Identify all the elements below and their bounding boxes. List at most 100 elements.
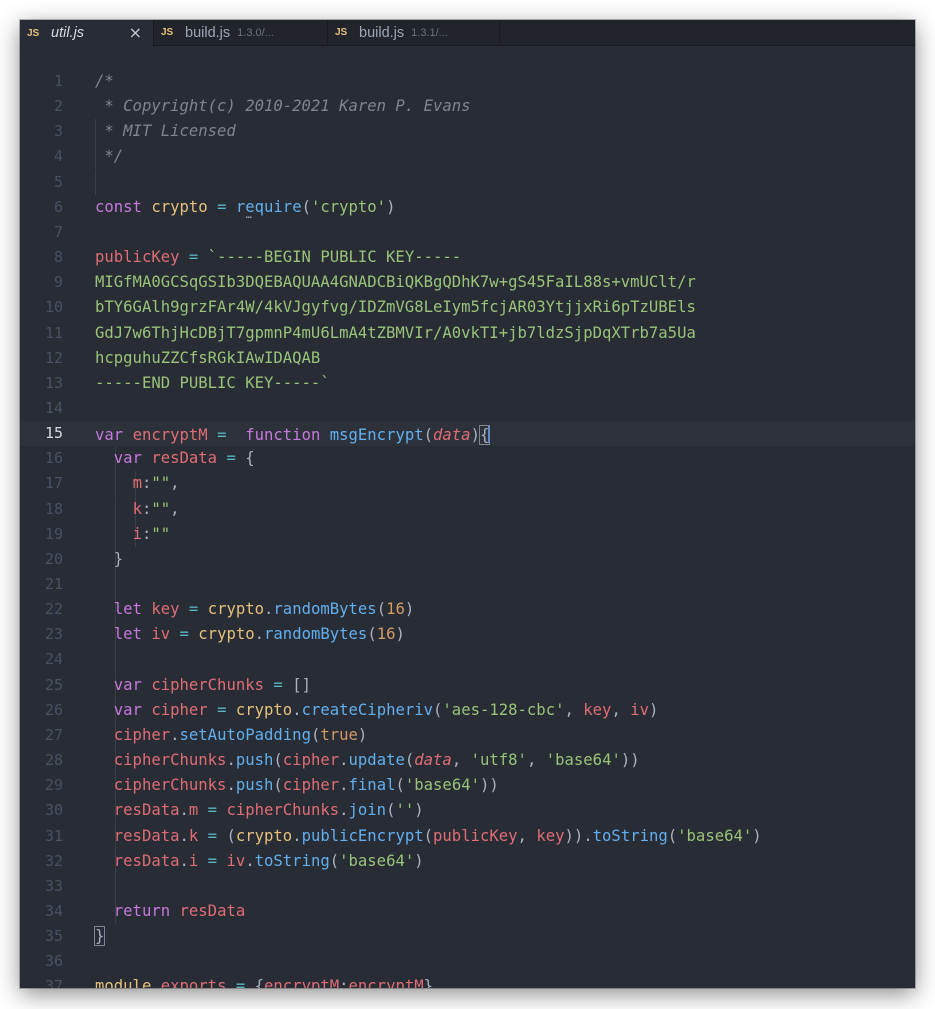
code-line[interactable]: 17 m:"", [20,471,915,497]
code-token: [] [292,675,311,694]
tab-build-js-1-3-0[interactable]: JS build.js 1.3.0/... [154,20,328,45]
code-token: publicKey [95,248,180,267]
code-line[interactable]: 24 [20,647,915,673]
code-line[interactable]: 7 [20,220,915,245]
code-line[interactable]: 29 cipherChunks.push(cipher.final('base6… [20,773,915,799]
code-token: MIGfMA0GCSqGSIb3DQEBAQUAA4GNADCBiQKBgQDh… [95,273,696,292]
code-line[interactable]: 34 return resData [20,898,915,924]
code-line[interactable]: 12 hcpguhuZZCfsRGkIAwIDAQAB [20,346,915,371]
code-line[interactable]: 26 var cipher = crypto.createCipheriv('a… [20,697,915,723]
code-line[interactable]: 4 */ [20,144,915,170]
code-token: exports [160,977,227,988]
code-token: ( [367,625,377,644]
line-number: 25 [44,675,63,694]
code-token: . [339,776,349,795]
line-number: 36 [44,952,63,971]
tab-build-js-1-3-1[interactable]: JS build.js 1.3.1/... [328,20,500,45]
code-line[interactable]: 3 * MIT Licensed [20,119,915,145]
code-token: key [536,826,565,845]
code-line[interactable]: 33 [20,873,915,899]
code-token: key [583,700,612,719]
code-token: ( [273,751,283,770]
code-token: cipherChunks [151,675,265,694]
code-line[interactable]: 25 var cipherChunks = [] [20,672,915,698]
code-line[interactable]: 20 } [20,546,915,572]
code-line[interactable]: 15 var encryptM = function msgEncrypt(dat… [20,421,915,447]
code-text: cipherChunks.push(cipher.update(data, 'u… [95,752,640,769]
code-line[interactable]: 30 resData.m = cipherChunks.join('') [20,798,915,824]
code-line[interactable]: 16 var resData = { [20,446,915,472]
code-line[interactable]: 2 * Copyright(c) 2010-2021 Karen P. Evan… [20,94,915,119]
close-icon[interactable]: × [129,23,142,42]
code-text: */ [95,148,123,165]
code-token: . [170,725,180,744]
line-number: 3 [53,122,63,141]
tab-util-js[interactable]: JS util.js × [20,20,154,46]
code-line[interactable]: 32 resData.i = iv.toString('base64') [20,848,915,874]
code-token: . [339,751,349,770]
code-token: return [113,901,171,920]
code-token: publicKey [433,826,518,845]
code-line[interactable]: 37 module.exports = {encryptM:encryptM} [20,974,915,988]
code-line[interactable]: 1 /* [20,69,915,94]
code-token: data [433,426,471,445]
code-token: : [141,474,152,493]
code-line[interactable]: 11 GdJ7w6ThjHcDBjT7gpmnP4mU6LmA4tZBMVIr/A… [20,321,915,346]
code-line[interactable]: 14 [20,396,915,421]
line-number: 31 [44,826,63,845]
line-number: 7 [53,222,63,241]
code-token: . [179,826,189,845]
code-line[interactable]: 23 let iv = crypto.randomBytes(16) [20,622,915,648]
line-number: 28 [44,751,63,770]
code-line[interactable]: 36 [20,949,915,974]
code-token: , [170,499,180,518]
code-line[interactable]: 18 k:"", [20,496,915,522]
code-token: , [451,751,471,770]
code-token: let [113,600,142,619]
code-line[interactable]: 28 cipherChunks.push(cipher.update(data,… [20,748,915,774]
code-line[interactable]: 31 resData.k = (crypto.publicEncrypt(pub… [20,823,915,849]
code-token: : [141,524,152,543]
code-token: * MIT Licensed [95,122,236,141]
code-token: , [611,700,631,719]
code-line[interactable]: 6 const crypto = require('crypto')… [20,195,915,221]
code-line[interactable]: 19 i:"" [20,521,915,547]
code-token: 'base64' [404,776,480,795]
code-editor[interactable]: 1 /* 2 * Copyright(c) 2010-2021 Karen P. E… [20,46,915,988]
line-number: 13 [44,373,63,392]
line-number: 18 [44,499,63,518]
code-text: } [93,926,106,947]
code-line[interactable]: 21 [20,572,915,597]
code-line[interactable]: 13 -----END PUBLIC KEY-----` [20,371,915,396]
code-line[interactable]: 22 let key = crypto.randomBytes(16) [20,597,915,623]
code-token: . [179,801,189,820]
code-token: ( [310,725,321,744]
line-number: 23 [44,625,63,644]
code-line[interactable]: 8 publicKey = `-----BEGIN PUBLIC KEY----- [20,245,915,270]
code-token: crypto [198,625,255,644]
code-line[interactable]: 5 [20,169,915,195]
code-line[interactable]: 27 cipher.setAutoPadding(true) [20,722,915,748]
code-line[interactable]: 10 bTY6GAlh9grzFAr4W/4kVJgyfvg/IDZmVG8LeI… [20,295,915,320]
code-text: k:"", [95,499,180,518]
code-line[interactable]: 9 MIGfMA0GCSqGSIb3DQEBAQUAA4GNADCBiQKBgQD… [20,270,915,295]
code-token: encryptM [264,977,340,988]
code-line[interactable]: 35} [20,924,915,949]
code-token: } [423,977,434,988]
line-number: 30 [44,801,63,820]
